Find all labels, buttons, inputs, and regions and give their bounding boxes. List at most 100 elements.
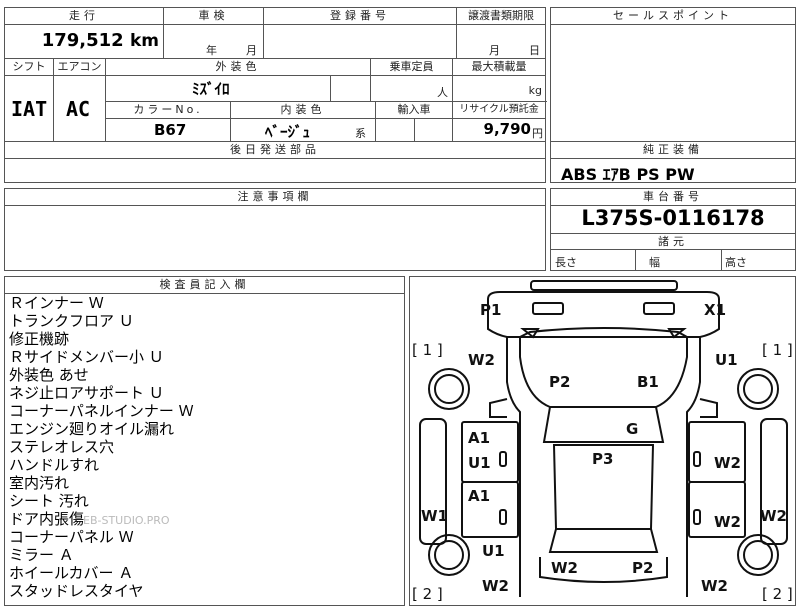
inspector-item: トランクフロア Ｕ — [9, 312, 134, 330]
shift-cell: シフト IAT — [5, 59, 54, 141]
capacity-cell: 乗車定員 人 — [371, 59, 453, 101]
mark-p3: P3 — [592, 450, 613, 468]
interior-label: 内装色 — [231, 102, 375, 119]
later-parts-label: 後日発送部品 — [5, 142, 545, 159]
inspector-item: ステレオレス穴 — [9, 438, 115, 456]
max-load-label: 最大積載量 — [453, 59, 545, 76]
mark-a1-rear: A1 — [468, 487, 490, 505]
inspector-box: 検査員記入欄 Ｒインナー Ｗ トランクフロア Ｕ 修正機跡 Ｒサイドメンバー小 … — [4, 276, 405, 606]
exterior-color-label: 外装色 — [106, 59, 370, 76]
color-no-label: カラーNo. — [106, 102, 230, 119]
inspector-item: コーナーパネル Ｗ — [9, 528, 134, 546]
mark-w2-far-right: W2 — [760, 507, 787, 525]
mark-p1: P1 — [480, 301, 501, 319]
inspection-month: 月 — [246, 44, 257, 57]
notes-label: 注意事項欄 — [5, 189, 545, 206]
watermark: EB-STUDIO.PRO — [83, 514, 170, 527]
height-label: 高さ — [725, 256, 747, 269]
recycle-unit: 円 — [532, 127, 543, 140]
exterior-color-cell: 外装色 ﾐｽﾞｲﾛ — [106, 59, 371, 101]
inspector-item: シート 汚れ — [9, 492, 89, 510]
mark-w2-rear-right: W2 — [714, 513, 741, 531]
chassis-label: 車台番号 — [551, 189, 795, 206]
ac-cell: エアコン AC — [54, 59, 106, 141]
registration-label: 登録番号 — [264, 8, 456, 25]
import-cell: 輸入車 — [376, 102, 453, 141]
mark-w2-bottom-right: W2 — [701, 577, 728, 595]
inspector-item: ハンドルすれ — [9, 456, 100, 474]
inspection-label: 車検 — [164, 8, 263, 25]
inspector-item: Ｒインナー Ｗ — [9, 294, 104, 312]
ac-label: エアコン — [54, 59, 105, 76]
transfer-box: 譲渡書類期限 月 日 — [456, 7, 546, 59]
car-diagram: P1 X1 [ 1 ] [ 1 ] W2 U1 P2 B1 G A1 U1 P3… — [412, 280, 793, 603]
mark-b1: B1 — [637, 373, 659, 391]
capacity-label: 乗車定員 — [371, 59, 452, 76]
interior-value: ﾍﾞｰｼﾞｭ — [265, 123, 311, 141]
chassis-box: 車台番号 L375S-0116178 諸元 長さ 幅 高さ — [550, 188, 796, 271]
inspector-list: Ｒインナー Ｗ トランクフロア Ｕ 修正機跡 Ｒサイドメンバー小 Ｕ 外装色 あ… — [9, 294, 194, 600]
sales-point-label: セールスポイント — [551, 8, 795, 25]
inspector-item: スタッドレスタイヤ — [9, 582, 144, 600]
mileage-box: 走行 179,512 km — [4, 7, 164, 59]
mark-bracket-1-left: [ 1 ] — [412, 341, 443, 359]
mileage-value: 179,512 — [41, 30, 124, 51]
mark-w2-front-right: W2 — [714, 454, 741, 472]
inspector-item: 室内汚れ — [9, 474, 70, 492]
inspector-item: Ｒサイドメンバー小 Ｕ — [9, 348, 164, 366]
mark-bracket-2-left: [ 2 ] — [412, 585, 443, 603]
notes-box: 注意事項欄 — [4, 188, 546, 271]
mark-a1-front: A1 — [468, 429, 490, 447]
mileage-unit: km — [129, 31, 159, 51]
width-label: 幅 — [649, 256, 660, 269]
mileage-value-wrap: 179,512 km — [42, 30, 159, 51]
inspector-item: エンジン廻りオイル漏れ — [9, 420, 175, 438]
import-label: 輸入車 — [376, 102, 452, 119]
sales-point-box: セールスポイント — [550, 7, 796, 143]
mark-g: G — [626, 420, 638, 438]
recycle-label: リサイクル預託金 — [453, 102, 545, 119]
mark-w2-left: W2 — [468, 351, 495, 369]
later-parts-box: 後日発送部品 — [4, 141, 546, 183]
inspector-item: 外装色 あせ — [9, 366, 89, 384]
mark-bracket-1-right: [ 1 ] — [762, 341, 793, 359]
capacity-unit: 人 — [437, 86, 448, 99]
shift-value: IAT — [11, 97, 48, 121]
mark-w2-bottom-left: W2 — [482, 577, 509, 595]
mark-u1-rear: U1 — [482, 542, 505, 560]
interior-suffix: 系 — [355, 127, 366, 140]
mark-x1: X1 — [704, 301, 726, 319]
mark-bracket-2-right: [ 2 ] — [762, 585, 793, 603]
inspector-item: ミラー Ａ — [9, 546, 74, 564]
transfer-label: 譲渡書類期限 — [457, 8, 545, 25]
registration-box: 登録番号 — [263, 7, 457, 59]
mark-p2-bottom: P2 — [632, 559, 653, 577]
transfer-month: 月 — [489, 44, 500, 57]
color-no-value: B67 — [154, 121, 187, 139]
inspector-item: 修正機跡 — [9, 330, 70, 348]
inspector-label: 検査員記入欄 — [5, 277, 404, 294]
recycle-value: 9,790 — [483, 120, 531, 138]
inspector-item: コーナーパネルインナー Ｗ — [9, 402, 194, 420]
equipment-value: ABS ｴｱB PS PW — [561, 165, 695, 184]
mark-w1-left: W1 — [421, 507, 448, 525]
length-label: 長さ — [555, 256, 577, 269]
mark-u1-right: U1 — [715, 351, 738, 369]
transfer-day: 日 — [529, 44, 540, 57]
vehicle-spec-box: シフト IAT エアコン AC 外装色 ﾐｽﾞｲﾛ 乗車定員 人 最大積載量 k… — [4, 58, 547, 142]
max-load-unit: kg — [528, 84, 542, 97]
equipment-label: 純正装備 — [551, 142, 795, 159]
equipment-box: 純正装備 ABS ｴｱB PS PW — [550, 141, 796, 184]
recycle-cell: リサイクル預託金 9,790 円 — [453, 102, 545, 141]
max-load-cell: 最大積載量 kg — [453, 59, 545, 101]
inspector-item: ホイールカバー Ａ — [9, 564, 134, 582]
exterior-color-value: ﾐｽﾞｲﾛ — [192, 80, 230, 98]
shift-label: シフト — [5, 59, 53, 76]
ac-value: AC — [66, 97, 91, 121]
color-no-cell: カラーNo. B67 — [106, 102, 231, 141]
mark-w2-bottom-mid: W2 — [551, 559, 578, 577]
inspector-item: ネジ止ロアサポート Ｕ — [9, 384, 164, 402]
mileage-label: 走行 — [5, 8, 163, 25]
inspection-box: 車検 年 月 — [163, 7, 264, 59]
mark-p2-hood: P2 — [549, 373, 570, 391]
